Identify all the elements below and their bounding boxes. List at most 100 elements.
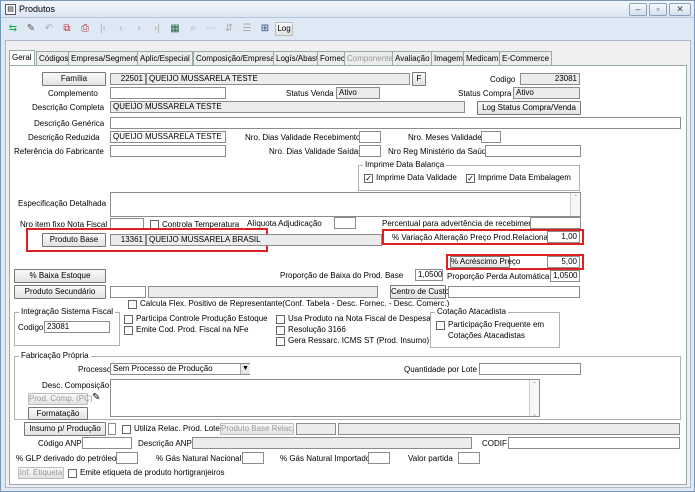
percentual-field[interactable] <box>530 217 581 229</box>
minimize-icon[interactable]: – <box>629 3 647 16</box>
quantidade-lote-label: Quantidade por Lote <box>404 365 477 374</box>
copy-icon[interactable]: ⧉ <box>59 21 75 37</box>
imprime-validade-checkbox[interactable]: ✓ <box>364 174 373 183</box>
referencia-field[interactable] <box>110 145 226 157</box>
baixa-estoque-button[interactable]: % Baixa Estoque <box>14 269 106 283</box>
complemento-field[interactable] <box>110 87 226 99</box>
quantidade-lote-field[interactable] <box>479 363 581 375</box>
aliquota-field[interactable] <box>334 217 356 229</box>
familia-button[interactable]: Família <box>42 72 106 86</box>
prod-comp-button[interactable]: Prod. Comp. (PC) <box>28 393 93 405</box>
glp-field[interactable] <box>116 452 138 464</box>
tab-geral[interactable]: Geral <box>9 50 35 65</box>
undo-icon[interactable]: ↶ <box>41 21 57 37</box>
edit-icon[interactable]: ✎ <box>23 21 39 37</box>
descricao-anp-field[interactable] <box>192 437 472 449</box>
usa-produto-checkbox[interactable] <box>276 315 285 324</box>
tab-medicam[interactable]: Medicam. <box>463 51 504 65</box>
codigo-anp-field[interactable] <box>82 437 132 449</box>
integracao-codigo-field[interactable]: 23081 <box>44 321 110 333</box>
proporcao-baixa-field[interactable]: 1,0500 <box>415 269 443 281</box>
produto-base-relac-code-field[interactable] <box>296 423 336 435</box>
produto-base-name-field[interactable]: QUEIJO MUSSARELA BRASIL <box>146 234 382 246</box>
tab-empresa-segmento[interactable]: Empresa/Segmento <box>68 51 145 65</box>
descricao-reduzida-field[interactable]: QUEIJO MUSSARELA TESTE <box>110 131 226 143</box>
tab-aplic-especial[interactable]: Aplic/Especial <box>137 51 193 65</box>
especificacao-textarea[interactable]: ⌃⌄ <box>110 192 581 217</box>
emite-cod-checkbox[interactable] <box>124 326 133 335</box>
produto-secundario-button[interactable]: Produto Secundário <box>14 285 106 299</box>
pencil-icon[interactable]: ✎ <box>92 392 100 404</box>
descricao-generica-field[interactable] <box>110 117 681 129</box>
prev-icon[interactable]: ‹ <box>113 21 129 37</box>
insumo-field[interactable] <box>108 423 116 435</box>
centro-custo-button[interactable]: Centro de Custo <box>390 285 449 299</box>
codigo-field[interactable]: 23081 <box>520 73 580 85</box>
familia-code-field[interactable]: 22501 <box>110 73 146 85</box>
first-icon[interactable]: |‹ <box>95 21 111 37</box>
variacao-field[interactable]: 1,00 <box>547 231 580 243</box>
produto-base-code-field[interactable]: 13361 <box>110 234 146 246</box>
resolucao-checkbox[interactable] <box>276 326 285 335</box>
valor-partida-field[interactable] <box>458 452 480 464</box>
familia-name-field[interactable]: QUEIJO MUSSARELA TESTE <box>146 73 410 85</box>
produto-base-button[interactable]: Produto Base <box>42 233 106 247</box>
produto-base-relac-name-field[interactable] <box>338 423 680 435</box>
last-icon[interactable]: ›| <box>149 21 165 37</box>
status-venda-field[interactable]: Ativo <box>336 87 380 99</box>
tab-avaliacao[interactable]: Avaliação <box>392 51 433 65</box>
print-icon[interactable]: ⎙ <box>77 21 93 37</box>
codif-field[interactable] <box>508 437 680 449</box>
next-icon[interactable]: › <box>131 21 147 37</box>
produto-base-relac-button[interactable]: Produto Base Relac. <box>220 423 294 435</box>
nro-dias-receb-field[interactable] <box>359 131 381 143</box>
log-button[interactable]: Log <box>275 22 293 36</box>
tab-ecommerce[interactable]: E-Commerce <box>499 51 553 65</box>
tab-codigos[interactable]: Códigos <box>36 51 72 65</box>
find-icon[interactable]: ⌕ <box>185 21 201 37</box>
tab-composicao-empresa[interactable]: Composição/Empresa <box>193 51 278 65</box>
inf-etiqueta-button[interactable]: Inf. Etiqueta <box>18 467 64 479</box>
tab-imagem[interactable]: Imagem <box>431 51 466 65</box>
desc-composicao-scrollbar[interactable]: ⌃ ⌄ <box>529 380 539 416</box>
produto-secundario-name-field[interactable] <box>148 286 378 298</box>
utiliza-relac-checkbox[interactable] <box>122 425 131 434</box>
produto-secundario-code-field[interactable] <box>110 286 146 298</box>
gera-ressarc-checkbox[interactable] <box>276 337 285 346</box>
exit-icon[interactable]: ⇆ <box>5 21 21 37</box>
maximize-icon[interactable]: ▫ <box>649 3 667 16</box>
calcula-flex-checkbox[interactable] <box>128 300 137 309</box>
gas-nacional-field[interactable] <box>242 452 264 464</box>
close-icon[interactable]: ✕ <box>669 3 691 16</box>
proporcao-perda-field[interactable]: 1,0500 <box>550 270 580 282</box>
status-compra-field[interactable]: Ativo <box>513 87 580 99</box>
participa-promo-checkbox[interactable] <box>124 315 133 324</box>
sort-icon[interactable]: ⇵ <box>221 21 237 37</box>
cotacao-checkbox[interactable] <box>436 321 445 330</box>
nro-meses-field[interactable] <box>481 131 501 143</box>
acrescimo-button[interactable]: % Acréscimo Preço <box>450 256 520 268</box>
descricao-completa-field[interactable]: QUEIJO MUSSARELA TESTE <box>110 101 465 113</box>
nro-dias-saidas-field[interactable] <box>359 145 381 157</box>
acrescimo-field[interactable]: 5,00 <box>547 256 580 268</box>
filter-icon[interactable]: ⋯ <box>203 21 219 37</box>
nro-reg-ms-field[interactable] <box>485 145 581 157</box>
tab-logis-abast[interactable]: Logís/Abast <box>273 51 322 65</box>
f-button[interactable]: F <box>412 72 426 86</box>
imprime-embalagem-checkbox[interactable]: ✓ <box>466 174 475 183</box>
insumo-button[interactable]: Insumo p/ Produção <box>24 422 106 436</box>
grid-icon[interactable]: ▦ <box>167 21 183 37</box>
chevron-down-icon[interactable]: ▼ <box>240 364 250 374</box>
export-icon[interactable]: ⊞ <box>257 21 273 37</box>
emite-etiqueta-checkbox[interactable] <box>68 469 77 478</box>
log-status-button[interactable]: Log Status Compra/Venda <box>477 101 581 115</box>
valor-partida-label: Valor partida <box>408 454 453 463</box>
gas-importado-field[interactable] <box>368 452 390 464</box>
processo-select[interactable]: Sem Processo de Produção <box>110 363 250 375</box>
formatacao-button[interactable]: Formatação <box>28 407 88 420</box>
desc-composicao-textarea[interactable]: ⌃ ⌄ <box>110 379 540 417</box>
especificacao-scrollbar[interactable]: ⌃⌄ <box>570 193 580 216</box>
report-icon[interactable]: ☰ <box>239 21 255 37</box>
centro-custo-field[interactable] <box>448 286 580 298</box>
emite-etiqueta-label: Emite etiqueta de produto hortigranjeiro… <box>80 468 225 477</box>
